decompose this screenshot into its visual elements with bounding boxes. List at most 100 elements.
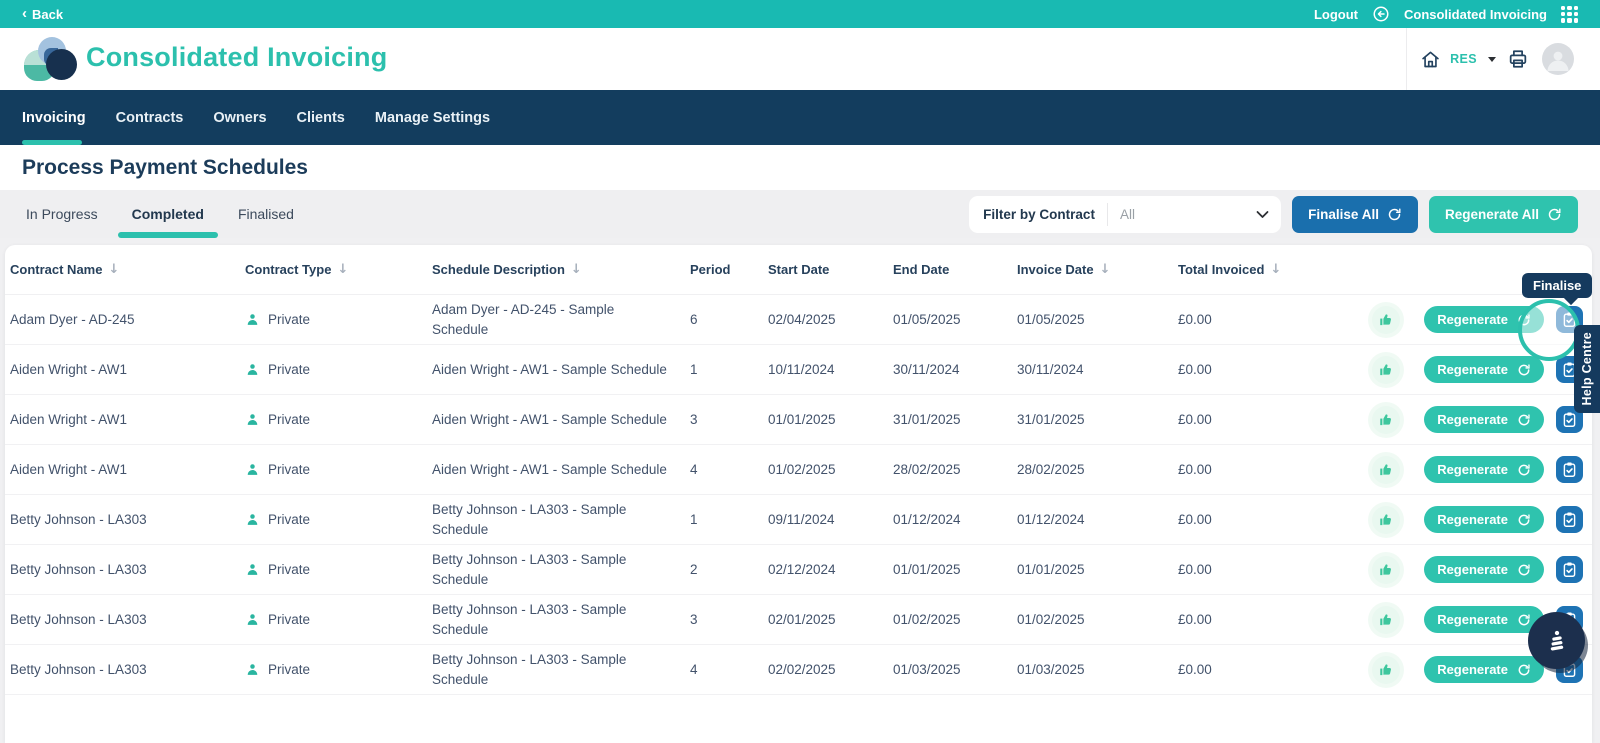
table-body: Adam Dyer - AD-245 Private Adam Dyer - A… [5,295,1592,695]
tab-finalised[interactable]: Finalised [234,190,298,238]
column-start-date: Start Date [768,262,893,277]
invoice-date-cell: 28/02/2025 [1017,460,1178,480]
invoice-date-cell: 01/03/2025 [1017,660,1178,680]
column-period: Period [690,262,768,277]
regenerate-button[interactable]: Regenerate [1424,506,1544,533]
period-cell: 3 [690,410,768,430]
back-button[interactable]: ‹ Back [22,7,63,22]
schedule-description-cell: Aiden Wright - AW1 - Sample Schedule [432,410,690,430]
person-icon [245,412,260,427]
nav-item-clients[interactable]: Clients [297,90,345,145]
contract-type-cell: Private [245,510,432,530]
help-chat-button[interactable] [1528,612,1585,669]
refresh-icon [1517,513,1531,527]
invoice-date-cell: 01/01/2025 [1017,560,1178,580]
regenerate-button[interactable]: Regenerate [1424,556,1544,583]
lighthouse-icon [1544,628,1570,654]
regenerate-label: Regenerate [1437,562,1508,577]
contract-type-cell: Private [245,310,432,330]
thumbs-up-icon[interactable] [1372,506,1400,534]
regenerate-button[interactable]: Regenerate [1424,456,1544,483]
regenerate-all-label: Regenerate All [1445,207,1539,222]
finalise-button[interactable] [1556,456,1583,483]
filter-by-contract-select[interactable]: Filter by Contract All [969,196,1281,233]
tab-completed[interactable]: Completed [128,190,208,238]
person-icon [245,562,260,577]
app-title: Consolidated Invoicing [86,42,387,73]
row-actions: Regenerate [1352,356,1592,384]
thumbs-up-icon[interactable] [1372,406,1400,434]
person-icon [245,662,260,677]
sort-arrow-icon[interactable]: ↓ [571,262,582,277]
home-icon[interactable] [1420,49,1441,70]
end-date-cell: 01/12/2024 [893,510,1017,530]
app-grid-icon[interactable] [1561,6,1578,23]
environment-caret-icon[interactable] [1488,57,1496,62]
table-row: Betty Johnson - LA303 Private Betty John… [5,595,1592,645]
thumbs-up-icon[interactable] [1372,606,1400,634]
thumbs-up-icon[interactable] [1372,356,1400,384]
sort-arrow-icon[interactable]: ↓ [337,262,348,277]
start-date-cell: 01/02/2025 [768,460,893,480]
regenerate-button[interactable]: Regenerate [1424,356,1544,383]
finalise-all-button[interactable]: Finalise All [1292,196,1418,233]
clipboard-check-icon [1561,461,1578,478]
user-avatar[interactable] [1542,43,1574,75]
filter-selected-value: All [1108,207,1250,222]
schedule-description-cell: Betty Johnson - LA303 - Sample Schedule [432,500,690,539]
tab-in-progress[interactable]: In Progress [22,190,102,238]
page-title: Process Payment Schedules [22,156,308,180]
app-logo [24,37,78,81]
person-icon [245,462,260,477]
total-invoiced-cell: £0.00 [1178,410,1352,430]
table-row: Betty Johnson - LA303 Private Betty John… [5,495,1592,545]
thumbs-up-icon[interactable] [1372,556,1400,584]
table-header-row: Contract Name ↓ Contract Type ↓ Schedule… [5,245,1592,295]
regenerate-all-button[interactable]: Regenerate All [1429,196,1578,233]
page-title-row: Process Payment Schedules [0,145,1600,190]
period-cell: 4 [690,660,768,680]
total-invoiced-cell: £0.00 [1178,310,1352,330]
switch-app-icon[interactable] [1372,5,1390,23]
help-centre-tab[interactable]: Help Centre [1574,325,1600,413]
table-row: Adam Dyer - AD-245 Private Adam Dyer - A… [5,295,1592,345]
contract-name-cell: Aiden Wright - AW1 [10,460,245,480]
finalise-button[interactable] [1556,506,1583,533]
end-date-cell: 31/01/2025 [893,410,1017,430]
nav-item-manage-settings[interactable]: Manage Settings [375,90,490,145]
finalise-button[interactable] [1556,556,1583,583]
table-row: Aiden Wright - AW1 Private Aiden Wright … [5,395,1592,445]
topbar-app-name: Consolidated Invoicing [1404,7,1547,22]
sort-arrow-icon[interactable]: ↓ [1100,262,1111,277]
nav-item-owners[interactable]: Owners [213,90,266,145]
invoice-date-cell: 30/11/2024 [1017,360,1178,380]
thumbs-up-icon[interactable] [1372,456,1400,484]
refresh-icon [1517,363,1531,377]
logout-link[interactable]: Logout [1314,7,1358,22]
regenerate-button[interactable]: Regenerate [1424,656,1544,683]
period-cell: 6 [690,310,768,330]
regenerate-button[interactable]: Regenerate [1424,406,1544,433]
period-cell: 1 [690,360,768,380]
thumbs-up-icon[interactable] [1372,656,1400,684]
app-header: Consolidated Invoicing RES [0,28,1600,90]
invoice-date-cell: 31/01/2025 [1017,410,1178,430]
column-invoice-date: Invoice Date ↓ [1017,262,1178,277]
end-date-cell: 30/11/2024 [893,360,1017,380]
sort-arrow-icon[interactable]: ↓ [1270,262,1281,277]
regenerate-button[interactable]: Regenerate [1424,606,1544,633]
nav-item-contracts[interactable]: Contracts [116,90,184,145]
schedule-description-cell: Adam Dyer - AD-245 - Sample Schedule [432,300,690,339]
nav-item-invoicing[interactable]: Invoicing [22,90,86,145]
end-date-cell: 01/01/2025 [893,560,1017,580]
sort-arrow-icon[interactable]: ↓ [108,262,119,277]
column-end-date: End Date [893,262,1017,277]
regenerate-label: Regenerate [1437,512,1508,527]
clipboard-check-icon [1561,561,1578,578]
regenerate-label: Regenerate [1437,662,1508,677]
end-date-cell: 01/02/2025 [893,610,1017,630]
regenerate-label: Regenerate [1437,612,1508,627]
regenerate-button[interactable]: Regenerate [1424,306,1544,333]
print-icon[interactable] [1507,48,1529,70]
thumbs-up-icon[interactable] [1372,306,1400,334]
